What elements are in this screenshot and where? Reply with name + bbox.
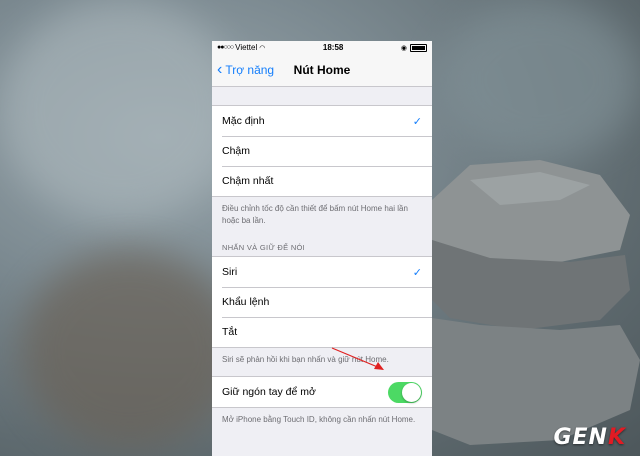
checkmark-icon: ✓ (412, 115, 422, 128)
option-label: Siri (222, 266, 238, 278)
back-button[interactable]: ‹ Trợ năng (212, 62, 274, 78)
toggle-knob (402, 382, 421, 402)
option-label: Khẩu lệnh (222, 296, 270, 308)
carrier-label: Viettel (235, 43, 258, 52)
press-hold-footer: Siri sẽ phản hồi khi bạn nhấn và giữ nút… (222, 355, 389, 364)
phone-screen: ●●○○○ Viettel ◠ 18:58 ◉ ‹ Trợ năng Nút H… (212, 41, 432, 456)
option-default[interactable]: Mặc định ✓ (212, 106, 432, 136)
option-label: Chậm (222, 145, 251, 157)
press-hold-group: Siri ✓ Khẩu lệnh Tắt (212, 256, 432, 348)
checkmark-icon: ✓ (412, 266, 422, 279)
option-off[interactable]: Tắt (212, 317, 432, 347)
red-arrow-annotation (331, 347, 384, 370)
rest-finger-label: Giữ ngón tay để mở (222, 386, 316, 398)
genk-logo: GENK (553, 425, 626, 450)
signal-icon: ●●○○○ (217, 44, 234, 51)
rest-finger-footer: Mở iPhone bằng Touch ID, không cần nhấn … (222, 415, 416, 424)
option-slow[interactable]: Chậm (212, 136, 432, 166)
back-button-label: Trợ năng (225, 63, 275, 77)
option-slowest[interactable]: Chậm nhất (212, 166, 432, 196)
rest-finger-group: Giữ ngón tay để mở (212, 376, 432, 408)
navigation-bar: ‹ Trợ năng Nút Home (212, 54, 432, 87)
option-voice-control[interactable]: Khẩu lệnh (212, 287, 432, 317)
option-label: Tắt (222, 326, 238, 338)
chevron-left-icon: ‹ (217, 61, 223, 78)
status-time: 18:58 (322, 43, 344, 52)
rest-finger-toggle[interactable] (388, 381, 422, 403)
orientation-lock-icon: ◉ (400, 44, 407, 52)
click-speed-group: Mặc định ✓ Chậm Chậm nhất (212, 105, 432, 197)
click-speed-footer: Điều chỉnh tốc độ cần thiết để bấm nút H… (222, 204, 408, 225)
option-label: Mặc định (222, 115, 265, 127)
wifi-icon: ◠ (259, 44, 266, 52)
rest-finger-row: Giữ ngón tay để mở (212, 377, 432, 407)
status-bar: ●●○○○ Viettel ◠ 18:58 ◉ (212, 41, 432, 54)
option-label: Chậm nhất (222, 175, 274, 187)
battery-icon (409, 43, 427, 52)
option-siri[interactable]: Siri ✓ (212, 257, 432, 287)
press-hold-header: NHẤN VÀ GIỮ ĐỂ NÓI (222, 243, 306, 252)
